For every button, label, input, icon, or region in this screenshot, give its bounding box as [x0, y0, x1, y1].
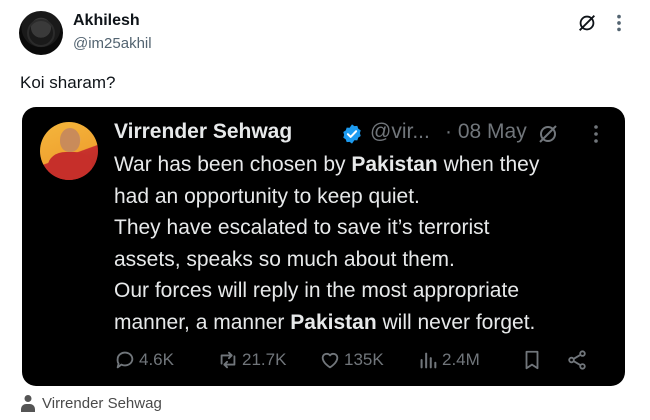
text-line: Our forces will reply in the most approp…: [114, 279, 519, 302]
views-icon: [420, 352, 437, 369]
embedded-post-text: War has been chosen by Pakistan when the…: [114, 149, 614, 338]
like-icon: [321, 352, 339, 369]
repost-icon: [220, 351, 236, 369]
text-line: had an opportunity to keep quiet.: [114, 184, 420, 208]
author-name[interactable]: Akhilesh: [73, 12, 140, 30]
reply-count: 4.6K: [139, 350, 174, 369]
text-line: They have escalated to save it’s terrori…: [114, 216, 490, 239]
views-count: 2.4M: [442, 350, 480, 369]
embedded-author-handle: @vir...: [370, 120, 430, 143]
author-handle[interactable]: @im25akhil: [73, 35, 152, 52]
text-line: assets, speaks so much about them.: [114, 247, 455, 271]
share-icon: [568, 350, 586, 370]
text-line: War has been chosen by Pakistan when the…: [114, 153, 540, 176]
embedded-avatar: [40, 122, 98, 180]
embedded-post-screenshot[interactable]: Virrender Sehwag @vir... · 08 May War ha…: [22, 107, 625, 386]
repost-count: 21.7K: [242, 350, 287, 369]
more-icon: [584, 122, 608, 146]
more-icon[interactable]: [608, 12, 630, 34]
text-line: manner, a manner Pakistan will never for…: [114, 310, 536, 334]
action-bar: 4.6K 21.7K 135K 2.4M: [114, 347, 614, 373]
person-icon: [21, 395, 35, 412]
image-caption: Virrender Sehwag: [20, 394, 162, 412]
embedded-post-date: · 08 May: [445, 120, 527, 143]
reply-metric: 4.6K: [114, 347, 174, 373]
post-text: Koi sharam?: [20, 73, 116, 92]
avatar[interactable]: [19, 11, 63, 55]
like-metric: 135K: [319, 347, 384, 373]
reply-icon: [116, 351, 134, 369]
post-container: Akhilesh @im25akhil Koi sharam? Virrende…: [0, 0, 650, 420]
grok-icon: [536, 122, 560, 146]
grok-icon[interactable]: [576, 12, 598, 34]
repost-metric: 21.7K: [217, 347, 286, 373]
share-metric: [566, 347, 588, 373]
bookmark-icon: [525, 350, 539, 370]
verified-badge-icon: [341, 123, 363, 145]
caption-text: Virrender Sehwag: [42, 394, 162, 412]
like-count: 135K: [344, 350, 384, 369]
views-metric: 2.4M: [417, 347, 480, 373]
embedded-author-name: Virrender Sehwag: [114, 120, 293, 143]
bookmark-metric: [521, 347, 543, 373]
